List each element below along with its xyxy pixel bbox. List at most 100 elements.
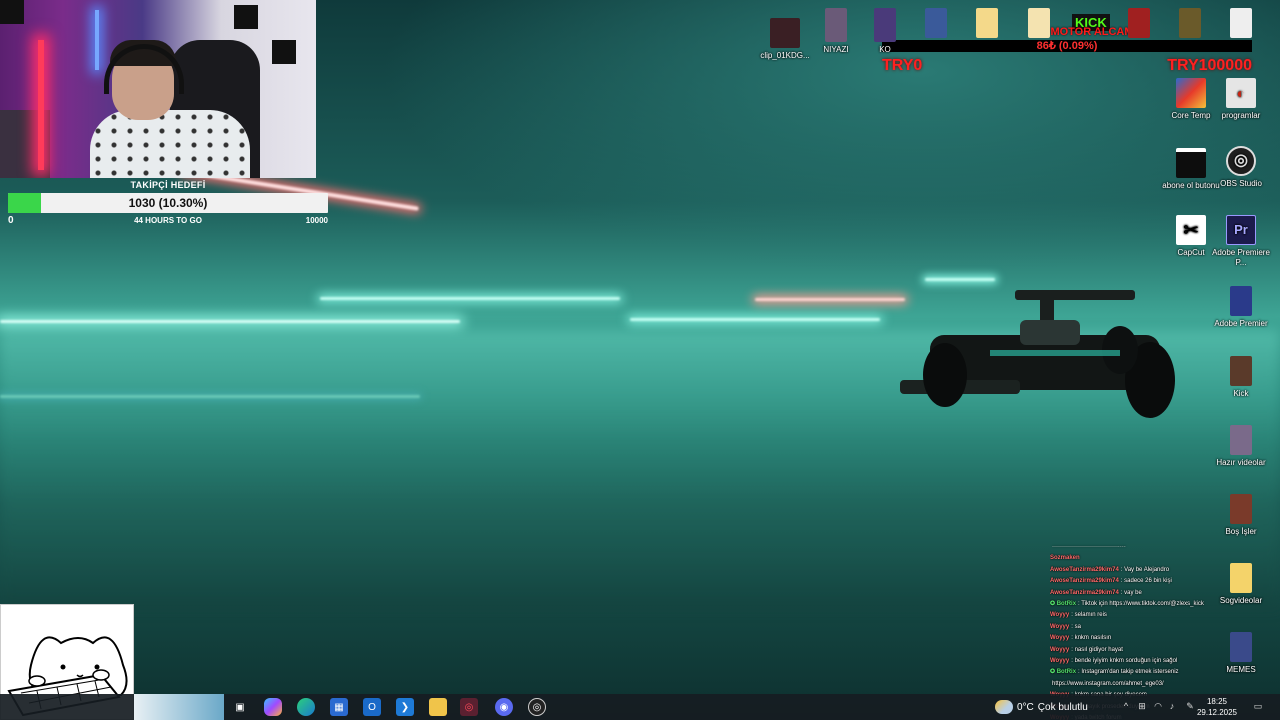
desktop-icon-premiere[interactable]: Pr Adobe Premiere P... <box>1210 215 1272 268</box>
tray-chevron-icon[interactable]: ^ <box>1120 700 1132 712</box>
obs-taskbar-icon[interactable]: ◎ <box>528 698 546 716</box>
streamer-body <box>90 110 250 178</box>
video-thumb-icon <box>874 8 896 42</box>
goal-max: 10000 <box>305 216 328 225</box>
desktop-icon-kick[interactable]: Kick <box>1210 356 1272 399</box>
taskbar-clock[interactable]: 18:25 29.12.2025 <box>1192 696 1242 718</box>
donation-min: TRY0 <box>882 57 923 74</box>
acoustic-panel <box>272 40 296 64</box>
desktop-icon-programlar[interactable]: ◐ programlar <box>1210 78 1272 121</box>
video-file-icon <box>1176 148 1206 178</box>
webcam-led-strip <box>38 40 44 170</box>
video-thumb-icon <box>825 8 847 42</box>
discord-icon[interactable]: ◉ <box>495 698 513 716</box>
chat-username: Woyyy <box>1050 646 1070 653</box>
desktop-icon-adobe-premier[interactable]: Adobe Premier <box>1210 286 1272 329</box>
chat-text: : knkm nasılsın <box>1071 635 1112 642</box>
chat-message: https://www.instagram.com/ahmet_ege03/ <box>1050 679 1265 690</box>
chat-text: : Tiktok için https://www.tiktok.com/@zl… <box>1078 601 1204 608</box>
chat-text: : Instagram'dan takip etmek isterseniz <box>1078 669 1179 676</box>
light-streak <box>755 298 905 301</box>
desktop-icon-hazir-videolar[interactable]: Hazır videolar <box>1210 425 1272 468</box>
light-streak <box>630 318 880 321</box>
file-icon <box>1230 356 1252 386</box>
app-red-icon[interactable]: ◎ <box>460 698 478 716</box>
volume-icon[interactable]: ♪ <box>1166 700 1178 712</box>
folder-icon <box>1028 8 1050 38</box>
edge-icon[interactable] <box>297 698 315 716</box>
file-icon <box>1179 8 1201 38</box>
chat-text: : sa <box>1071 623 1081 630</box>
chat-username: Woyyy <box>1050 623 1070 630</box>
network-icon[interactable]: ⊞ <box>1136 700 1148 712</box>
folder-icon <box>976 8 998 38</box>
file-icon <box>1128 8 1150 38</box>
capcut-icon: ✂ <box>1176 215 1206 245</box>
file-explorer-icon[interactable] <box>429 698 447 716</box>
chat-username: Woyyy <box>1050 658 1070 665</box>
file-icon <box>1230 8 1252 38</box>
desktop-icon-bos-isler[interactable]: Boş İşler <box>1210 494 1272 537</box>
weather-icon <box>995 700 1013 714</box>
premiere-file-icon <box>1230 286 1252 316</box>
desktop-icon-folder-top-2[interactable] <box>1008 8 1070 41</box>
folder-icon: ◐ <box>1226 78 1256 108</box>
chat-text: https://www.instagram.com/ahmet_ege03/ <box>1052 680 1164 687</box>
chat-username: ✪ BotRix <box>1050 601 1077 608</box>
chat-text: : selamın reis <box>1071 612 1107 619</box>
copilot-icon[interactable] <box>264 698 282 716</box>
acoustic-panel <box>234 5 258 29</box>
task-view-icon[interactable]: ▣ <box>231 698 249 716</box>
video-thumb-icon <box>770 18 800 48</box>
chat-text: : nasıl gidiyor hayat <box>1071 646 1123 653</box>
light-streak <box>0 320 460 323</box>
chat-message: AwoseTanzirma29kim74: sadece 26 bin kişi <box>1050 576 1265 587</box>
chat-username: Sozmaken <box>1050 555 1080 562</box>
chat-message: Woyyy: sa <box>1050 622 1265 633</box>
outlook-icon[interactable]: O <box>363 698 381 716</box>
acoustic-panel <box>0 0 24 24</box>
goal-progress-bar: 1030 (10.30%) <box>8 193 328 213</box>
clock-date: 29.12.2025 <box>1196 708 1238 717</box>
weather-temp: 0°C <box>1017 701 1034 713</box>
weather-desc: Çok bulutlu <box>1037 701 1088 713</box>
chat-username: ✪ BotRix <box>1050 669 1077 676</box>
chat-username: AwoseTanzirma29kim74 <box>1050 578 1119 585</box>
chat-message: AwoseTanzirma29kim74: vay be <box>1050 588 1265 599</box>
chat-text: ····································· <box>1052 544 1126 550</box>
goal-title: TAKİPÇİ HEDEFİ <box>130 180 206 190</box>
chat-text: : sadece 26 bin kişi <box>1120 578 1172 585</box>
chat-message: ····································· <box>1050 542 1265 553</box>
wifi-icon[interactable]: ◠ <box>1152 700 1164 712</box>
donation-max: TRY100000 <box>1167 57 1252 74</box>
chat-message: Woyyy: knkm nasılsın <box>1050 633 1265 644</box>
folder-icon <box>1230 425 1252 455</box>
chat-username: Woyyy <box>1050 635 1070 642</box>
chat-text: : Vay be Alejandro <box>1120 566 1170 573</box>
goal-time-left: 44 HOURS TO GO <box>134 216 202 225</box>
clock-time: 18:25 <box>1206 697 1228 706</box>
core-temp-icon <box>1176 78 1206 108</box>
light-streak <box>320 297 620 300</box>
taskbar: ▣ ▦ O ❯ ◎ ◉ ◎ 0°C Çok bulutlu ^ ⊞ ◠ ♪ ✎ … <box>0 694 1280 720</box>
chat-message: Sozmaken <box>1050 553 1265 564</box>
video-thumb-icon <box>925 8 947 38</box>
folder-icon <box>1230 494 1252 524</box>
weather-widget[interactable]: 0°C Çok bulutlu <box>995 697 1088 717</box>
f1-car-image <box>900 290 1175 418</box>
chat-text: : bende iyiyim knkm sorduğun için sağol <box>1071 658 1178 665</box>
chat-message: AwoseTanzirma29kim74: Vay be Alejandro <box>1050 565 1265 576</box>
obs-icon: ◎ <box>1226 146 1256 176</box>
chat-message: ✪ BotRix: Tiktok için https://www.tiktok… <box>1050 599 1265 610</box>
store-icon[interactable]: ▦ <box>330 698 348 716</box>
goal-progress-text: 1030 (10.30%) <box>128 196 208 210</box>
vscode-icon[interactable]: ❯ <box>396 698 414 716</box>
taskbar-search-widget[interactable] <box>134 694 224 720</box>
chat-message: Woyyy: nasıl gidiyor hayat <box>1050 645 1265 656</box>
chat-message: Woyyy: bende iyiyim knkm sorduğun için s… <box>1050 656 1265 667</box>
donation-progress-text: 86₺ (0.09%) <box>1036 40 1098 52</box>
chat-username: AwoseTanzirma29kim74 <box>1050 566 1119 573</box>
notification-icon[interactable]: ▭ <box>1252 700 1264 712</box>
desktop-icon-file-top-3[interactable] <box>1210 8 1272 41</box>
desktop-icon-obs[interactable]: ◎ OBS Studio <box>1210 146 1272 189</box>
